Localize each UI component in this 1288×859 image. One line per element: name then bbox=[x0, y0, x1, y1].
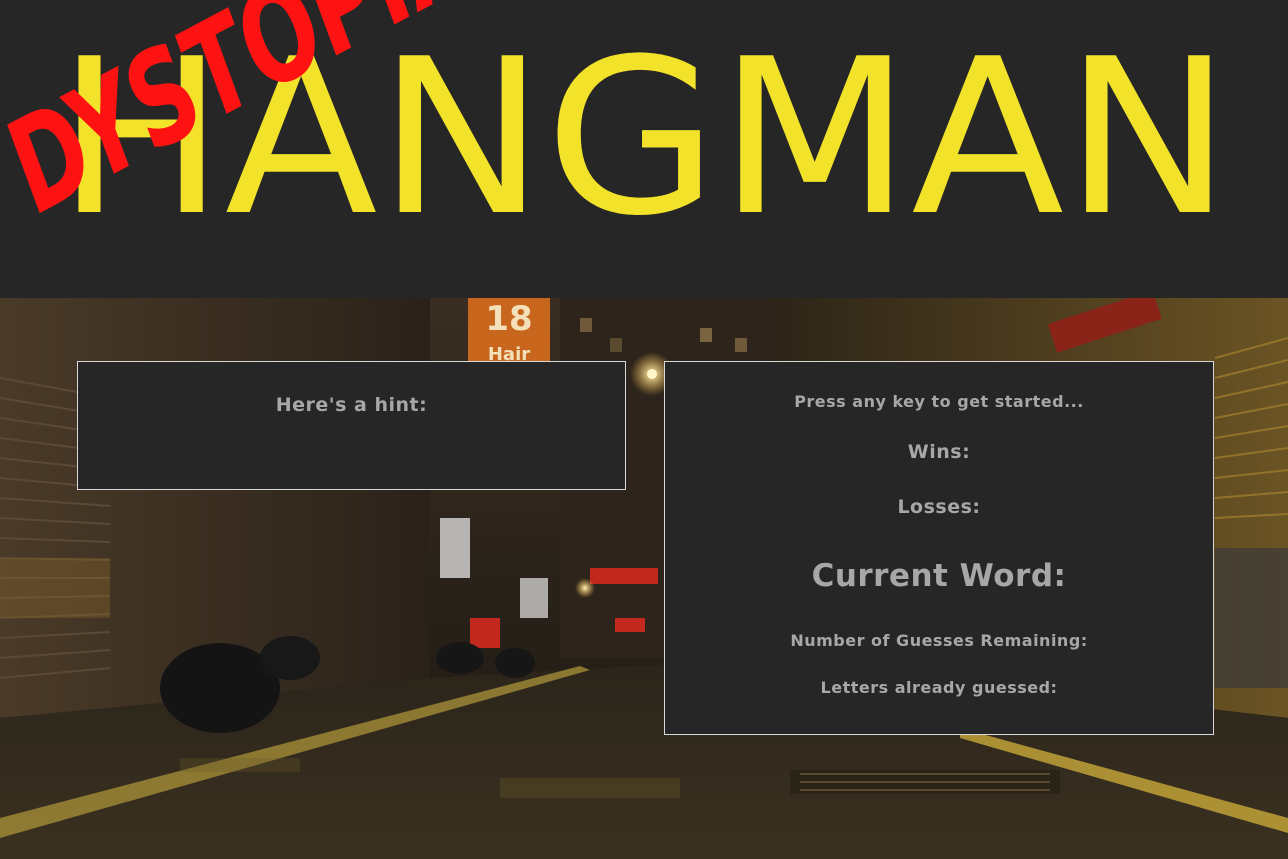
guesses-remaining-label: Number of Guesses Remaining: bbox=[790, 631, 1088, 650]
letters-guessed-label: Letters already guessed: bbox=[820, 678, 1058, 697]
current-word-label: Current Word: bbox=[811, 558, 1067, 594]
title-logo: HANGMAN DYSTOPIA bbox=[0, 0, 1232, 263]
hint-label: Here's a hint: bbox=[275, 394, 428, 416]
sign-number: 18 bbox=[485, 299, 532, 339]
start-prompt: Press any key to get started... bbox=[794, 392, 1084, 411]
game-panel: Press any key to get started... Wins: Lo… bbox=[664, 361, 1214, 735]
losses-label: Losses: bbox=[897, 496, 981, 518]
hint-panel: Here's a hint: bbox=[77, 361, 626, 490]
wins-label: Wins: bbox=[907, 441, 971, 463]
header: HANGMAN DYSTOPIA bbox=[0, 0, 1288, 298]
